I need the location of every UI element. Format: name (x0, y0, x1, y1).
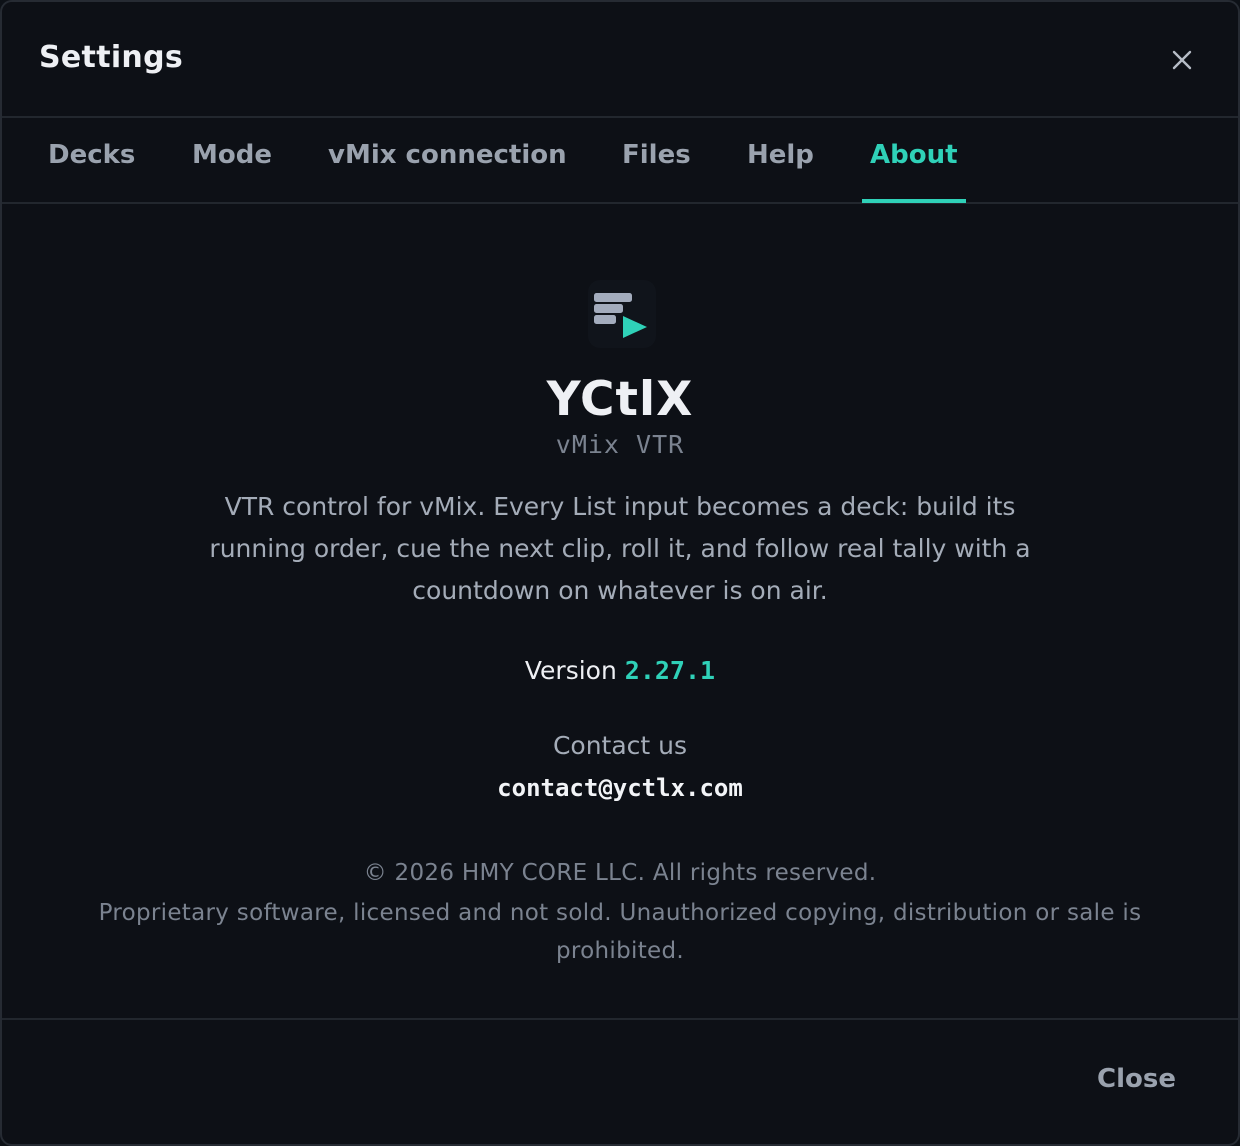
contact-label: Contact us (552, 731, 688, 760)
tab-vmix-connection[interactable]: vMix connection (328, 118, 567, 202)
app-name: YCtlX (546, 372, 694, 427)
dialog-header: Settings (2, 2, 1238, 118)
version-label: Version (524, 656, 617, 685)
close-button[interactable]: Close (1097, 1064, 1176, 1094)
app-description: VTR control for vMix. Every List input b… (209, 492, 1031, 605)
app-subtitle: vMix VTR (555, 430, 685, 459)
settings-tabs: Decks Mode vMix connection Files Help Ab… (2, 118, 1238, 204)
app-logo-icon (588, 280, 656, 348)
about-panel: YCtlX vMix VTR VTR control for vMix. Eve… (2, 204, 1238, 1018)
tab-mode[interactable]: Mode (192, 118, 272, 202)
tab-about[interactable]: About (862, 118, 966, 203)
settings-dialog: Settings Decks Mode vMix connection File… (0, 0, 1240, 1146)
tab-files[interactable]: Files (622, 118, 691, 202)
dialog-footer: Close (2, 1018, 1238, 1144)
license-text: Proprietary software, licensed and not s… (98, 900, 1142, 964)
copyright-text: © 2026 HMY CORE LLC. All rights reserved… (363, 860, 877, 886)
contact-email-link[interactable]: contact@yctlx.com (2, 774, 1238, 802)
tab-help[interactable]: Help (747, 118, 814, 202)
dialog-title: Settings (39, 40, 184, 75)
tab-decks[interactable]: Decks (48, 118, 135, 202)
version-number: 2.27.1 (624, 656, 716, 685)
version-line: Version 2.27.1 (2, 656, 1238, 685)
close-icon[interactable] (1164, 42, 1200, 78)
